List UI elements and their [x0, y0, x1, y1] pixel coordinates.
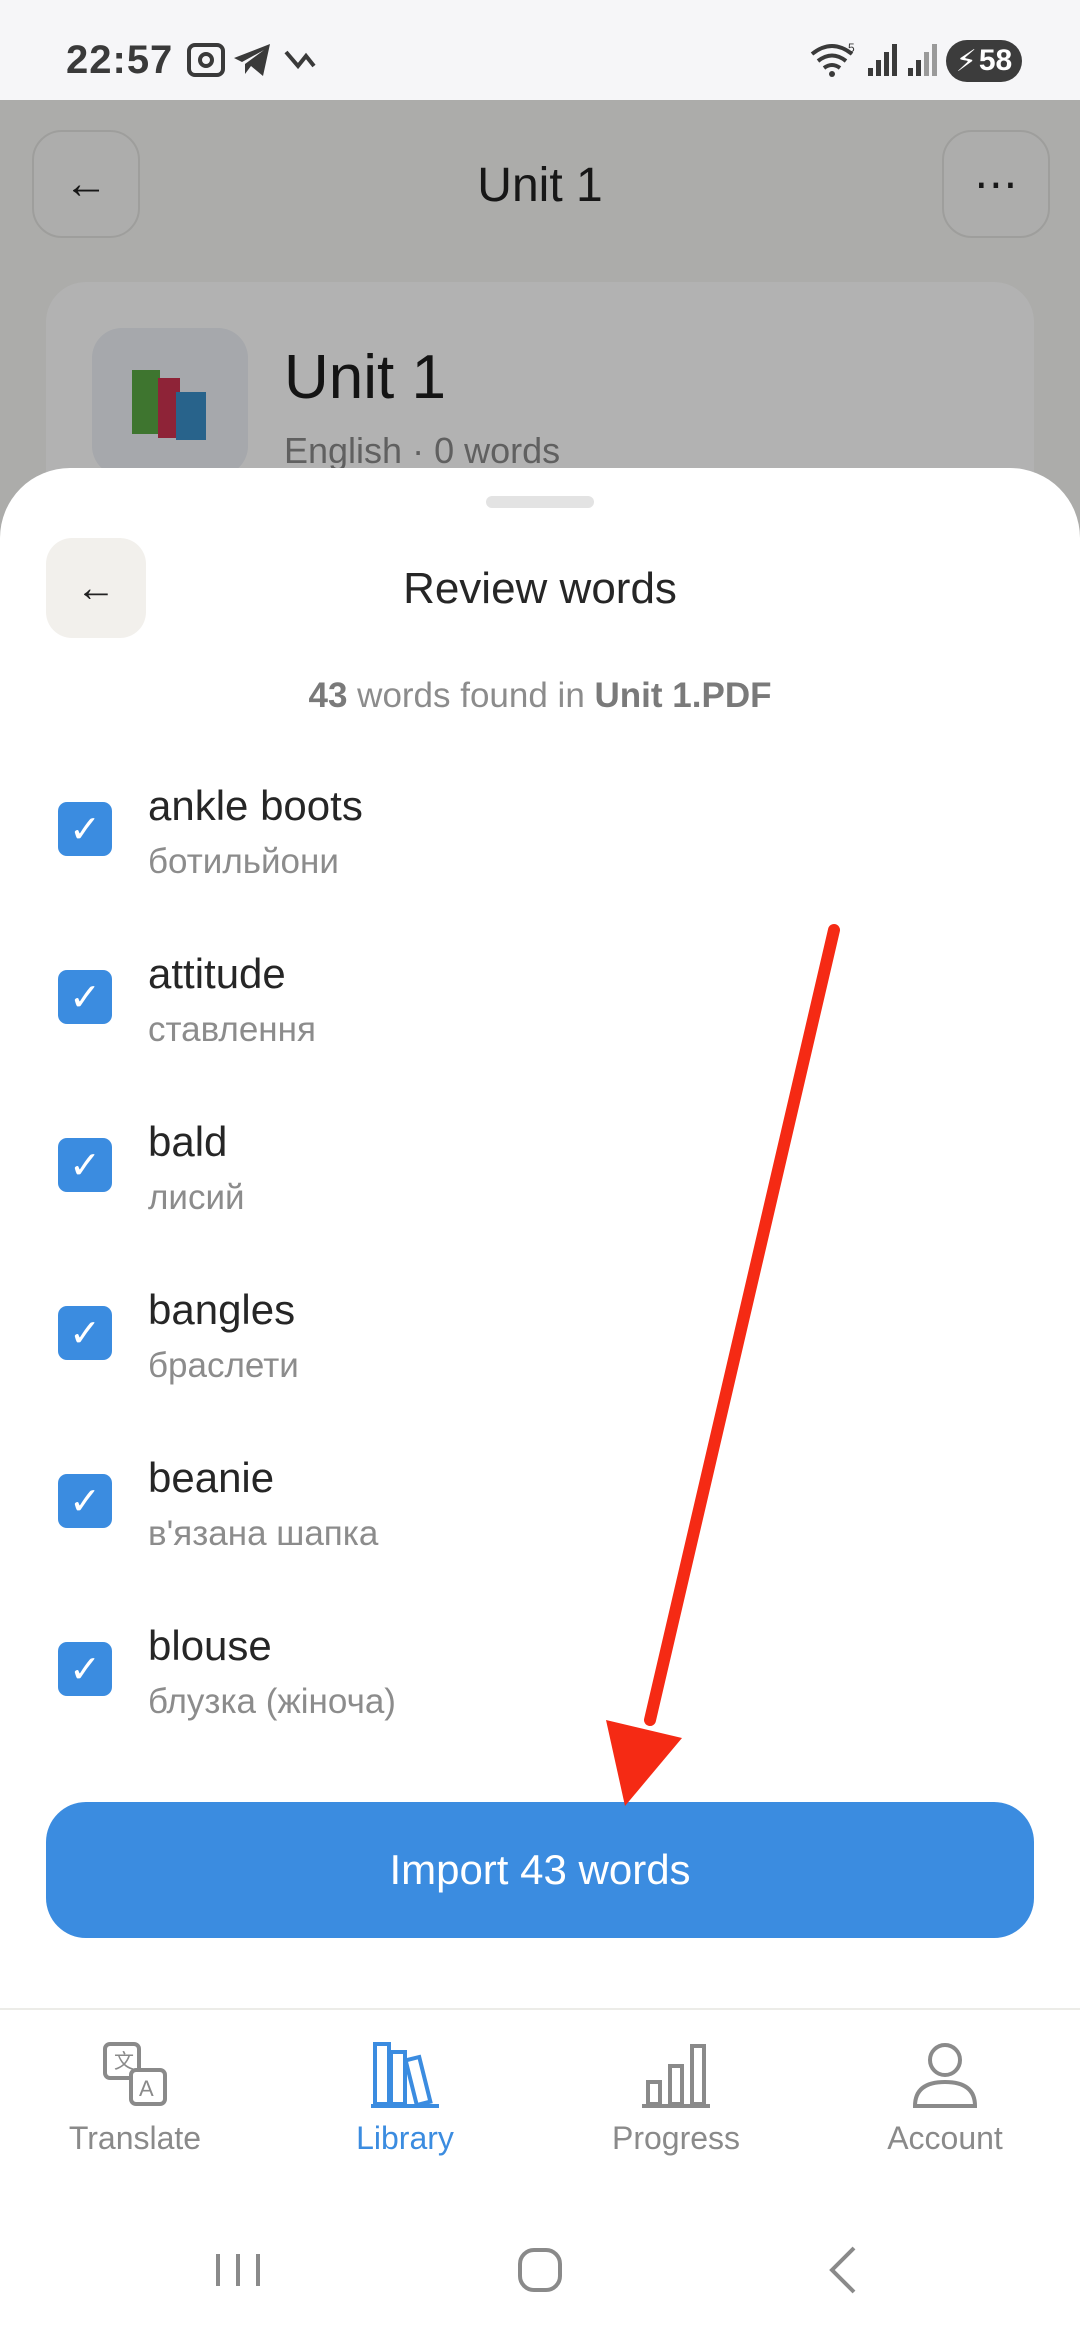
word-translation: ставлення — [148, 1010, 316, 1049]
word-row[interactable]: ✓ ankle boots ботильйони — [0, 768, 1080, 918]
wifi-icon: 5 — [810, 42, 855, 77]
word-text: ankle boots — [148, 782, 363, 829]
tab-account[interactable]: Account — [845, 2038, 1045, 2178]
tab-translate[interactable]: 文 A Translate — [35, 2038, 235, 2178]
word-checkbox[interactable]: ✓ — [58, 1138, 112, 1192]
word-checkbox[interactable]: ✓ — [58, 970, 112, 1024]
tab-translate-label: Translate — [68, 2120, 202, 2156]
word-text: bangles — [148, 1286, 296, 1333]
word-translation: блузка (жіноча) — [148, 1682, 396, 1721]
svg-text:文: 文 — [114, 2049, 134, 2073]
tab-progress-label: Progress — [611, 2120, 741, 2156]
signal-icon-2 — [908, 44, 937, 76]
word-row[interactable]: ✓ attitude ставлення — [0, 936, 1080, 1086]
progress-icon — [642, 2044, 710, 2108]
account-icon — [912, 2043, 978, 2108]
word-translation: ботильйони — [148, 842, 339, 881]
screenshot-icon — [187, 43, 225, 77]
tab-library[interactable]: Library — [305, 2038, 505, 2178]
word-text: bald — [148, 1118, 228, 1165]
word-text: beanie — [148, 1454, 275, 1501]
word-text: attitude — [148, 950, 286, 997]
word-checkbox[interactable]: ✓ — [58, 1474, 112, 1528]
review-words-sheet: ← Review words 43 words found in Unit 1.… — [0, 468, 1080, 2008]
charging-icon: ⚡ — [955, 44, 977, 78]
battery-level: 58 — [978, 44, 1013, 77]
drag-handle[interactable] — [486, 496, 594, 508]
nav-back-icon[interactable] — [816, 2238, 868, 2302]
word-row[interactable]: ✓ beanie в'язана шапка — [0, 1440, 1080, 1590]
bottom-tab-bar: 文 A Translate Library Progress Account — [0, 2008, 1080, 2208]
word-checkbox[interactable]: ✓ — [58, 1306, 112, 1360]
library-icon — [371, 2042, 439, 2108]
found-count: 43 — [308, 676, 348, 715]
tab-account-label: Account — [887, 2120, 1003, 2156]
check-icon: ✓ — [69, 1312, 101, 1355]
translate-icon: 文 A — [103, 2042, 167, 2106]
check-icon: ✓ — [69, 976, 101, 1019]
word-translation: браслети — [148, 1346, 299, 1385]
word-row[interactable]: ✓ bangles браслети — [0, 1272, 1080, 1422]
word-translation: лисий — [148, 1178, 245, 1217]
home-icon[interactable] — [514, 2238, 566, 2302]
word-text: blouse — [148, 1622, 272, 1669]
recent-apps-icon[interactable] — [212, 2238, 264, 2302]
telegram-icon — [234, 44, 270, 76]
status-time: 22:57 — [66, 38, 174, 82]
tab-library-label: Library — [356, 2120, 454, 2156]
import-words-button[interactable]: Import 43 words — [46, 1802, 1034, 1938]
found-summary: 43 words found in Unit 1.PDF — [0, 676, 1080, 716]
sheet-title: Review words — [403, 564, 677, 613]
status-bar: 22:57 5 ⚡ 58 — [0, 0, 1080, 100]
svg-text:5: 5 — [848, 42, 855, 55]
word-translation: в'язана шапка — [148, 1514, 379, 1553]
check-icon: ✓ — [69, 808, 101, 851]
svg-text:A: A — [139, 2076, 154, 2101]
check-icon: ✓ — [69, 1648, 101, 1691]
missed-call-icon — [284, 50, 316, 70]
check-icon: ✓ — [69, 1144, 101, 1187]
tab-progress[interactable]: Progress — [576, 2038, 776, 2178]
word-row[interactable]: ✓ blouse блузка (жіноча) — [0, 1608, 1080, 1758]
word-row[interactable]: ✓ bald лисий — [0, 1104, 1080, 1254]
signal-icon — [868, 44, 897, 76]
file-name: Unit 1.PDF — [594, 676, 772, 715]
found-text: words found in — [347, 676, 595, 715]
word-checkbox[interactable]: ✓ — [58, 1642, 112, 1696]
word-checkbox[interactable]: ✓ — [58, 802, 112, 856]
check-icon: ✓ — [69, 1480, 101, 1523]
system-nav-bar — [0, 2208, 1080, 2340]
battery-indicator: ⚡ 58 — [946, 40, 1022, 82]
